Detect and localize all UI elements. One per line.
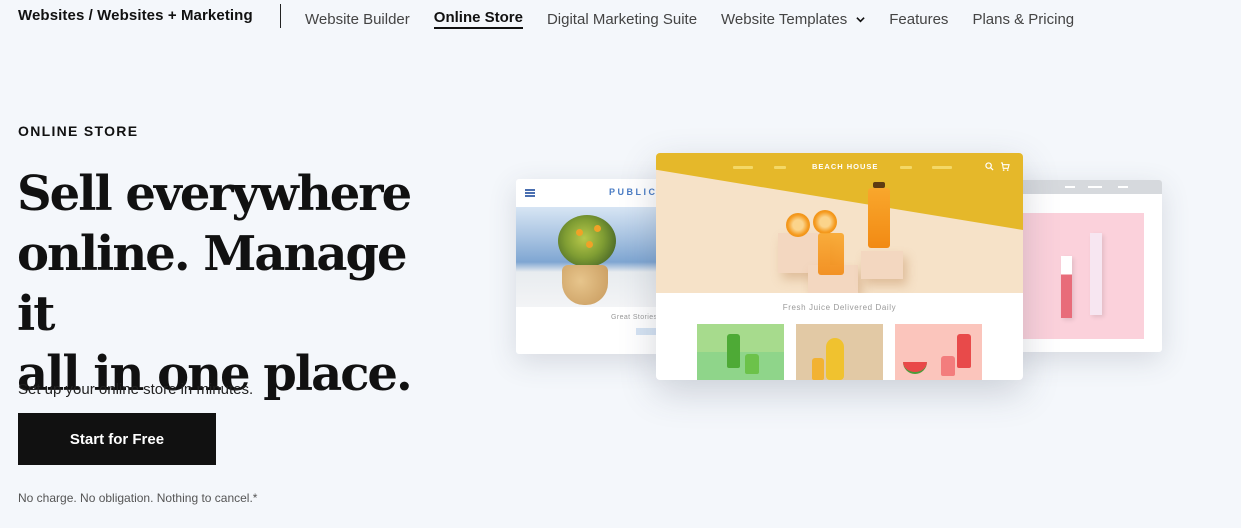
cosmetics-image bbox=[1018, 213, 1144, 339]
hamburger-menu-icon bbox=[525, 189, 535, 197]
search-icon bbox=[985, 162, 994, 171]
preview-brand: PUBLIC bbox=[609, 187, 658, 197]
lip-gloss bbox=[1061, 256, 1072, 318]
headline-line: online. Manage it bbox=[17, 226, 408, 342]
headline-line: Sell everywhere bbox=[17, 166, 412, 222]
start-for-free-button[interactable]: Start for Free bbox=[18, 413, 216, 465]
nav-item-label: Website Templates bbox=[721, 10, 848, 28]
green-glass bbox=[745, 354, 759, 374]
nav-item-features[interactable]: Features bbox=[889, 11, 948, 28]
plant-pot bbox=[562, 265, 608, 305]
nav-item-label: Features bbox=[889, 10, 949, 28]
nav-placeholder bbox=[1088, 186, 1102, 188]
template-preview-beach-house: BEACH HOUSE Fresh Juice Delivered Daily bbox=[656, 153, 1023, 380]
nav-item-label: Website Builder bbox=[305, 10, 410, 28]
product-thumb-green-juice bbox=[697, 324, 784, 380]
juice-glass bbox=[818, 233, 844, 275]
template-preview-public: PUBLIC Great Stories bbox=[516, 179, 668, 354]
top-navigation: Websites / Websites + Marketing Website … bbox=[0, 0, 1241, 40]
green-bottle bbox=[727, 334, 740, 368]
fruit bbox=[586, 241, 593, 248]
hero-subtext: Set up your online store in minutes. bbox=[18, 381, 254, 398]
nav-item-online-store[interactable]: Online Store bbox=[433, 9, 523, 29]
plant-image bbox=[516, 207, 668, 307]
nav-divider bbox=[280, 4, 281, 28]
nav-item-website-builder[interactable]: Website Builder bbox=[305, 11, 410, 28]
chevron-down-icon bbox=[856, 16, 865, 22]
preview-tagline: Fresh Juice Delivered Daily bbox=[782, 303, 897, 312]
nav-placeholder bbox=[900, 166, 912, 169]
orange-half bbox=[786, 213, 810, 237]
watermelon-slice bbox=[903, 362, 927, 374]
disclaimer-text: No charge. No obligation. Nothing to can… bbox=[18, 491, 258, 505]
nav-placeholder bbox=[733, 166, 753, 169]
template-preview-cosmetics bbox=[1010, 180, 1162, 352]
breadcrumb-brand[interactable]: Websites / Websites + Marketing bbox=[18, 7, 253, 24]
fruit bbox=[594, 225, 601, 232]
preview-caption: Great Stories bbox=[611, 314, 658, 321]
nav-item-label: Online Store bbox=[433, 9, 523, 26]
nav-item-plans-pricing[interactable]: Plans & Pricing bbox=[972, 11, 1074, 28]
nav-menu: Website Builder Online Store Digital Mar… bbox=[305, 9, 1098, 29]
product-thumb-watermelon-juice bbox=[895, 324, 982, 380]
nav-placeholder bbox=[1065, 186, 1075, 188]
fruit bbox=[576, 229, 583, 236]
hero-headline: Sell everywhere online. Manage it all in… bbox=[17, 164, 447, 404]
red-glass bbox=[941, 356, 955, 376]
nav-item-digital-marketing-suite[interactable]: Digital Marketing Suite bbox=[547, 11, 697, 28]
product-thumb-pineapple-juice bbox=[796, 324, 883, 380]
nav-item-label: Plans & Pricing bbox=[972, 10, 1075, 28]
nav-placeholder bbox=[1118, 186, 1128, 188]
pineapple bbox=[826, 338, 844, 380]
nav-placeholder bbox=[774, 166, 786, 169]
pedestal bbox=[861, 251, 903, 279]
preview-header bbox=[1010, 180, 1162, 194]
nav-item-label: Digital Marketing Suite bbox=[546, 10, 698, 28]
orange-half bbox=[813, 210, 837, 234]
cosmetic-tube bbox=[1090, 233, 1102, 315]
preview-header: BEACH HOUSE bbox=[656, 153, 1023, 183]
juice-bottle bbox=[868, 188, 890, 248]
cart-icon bbox=[1000, 162, 1010, 171]
yellow-bottle bbox=[812, 358, 824, 380]
nav-item-website-templates[interactable]: Website Templates bbox=[721, 11, 865, 28]
section-eyebrow: ONLINE STORE bbox=[18, 123, 139, 139]
preview-brand: BEACH HOUSE bbox=[812, 162, 879, 171]
red-bottle bbox=[957, 334, 971, 368]
nav-placeholder bbox=[932, 166, 952, 169]
